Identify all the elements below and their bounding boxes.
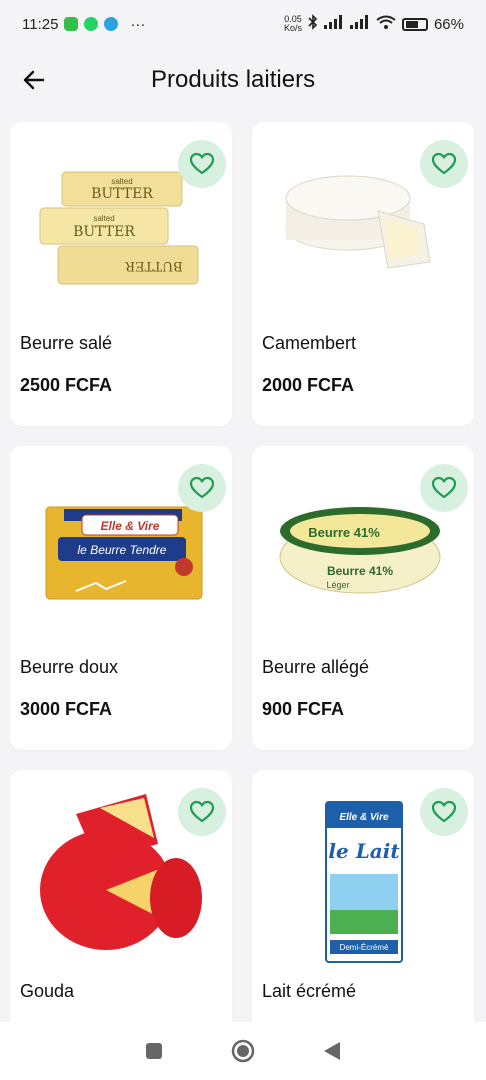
- tendre-label: le Beurre Tendre: [78, 543, 167, 557]
- system-back-button[interactable]: [312, 1031, 352, 1071]
- heart-icon: [431, 152, 457, 175]
- bluetooth-icon: [308, 14, 318, 34]
- more-notifications: ···: [130, 15, 146, 33]
- recents-button[interactable]: [134, 1031, 174, 1071]
- signal-icon-1: [323, 15, 344, 33]
- product-price: 3000 FCFA: [20, 699, 113, 719]
- whatsapp-icon: [84, 17, 99, 31]
- heart-icon: [431, 476, 457, 499]
- telegram-icon: [104, 17, 119, 31]
- brand-label-1: Elle & Vire: [101, 519, 160, 533]
- product-name: Lait écrémé: [262, 981, 357, 1001]
- product-price: 900 FCFA: [262, 699, 345, 719]
- favorite-button[interactable]: [178, 788, 226, 836]
- butter-label-3: BUTTER: [124, 258, 183, 273]
- product-name: Beurre allégé: [262, 657, 370, 677]
- status-right: 0.05 Ko/s 66%: [284, 14, 464, 34]
- battery-icon: [401, 17, 428, 31]
- page-title: Produits laitiers: [151, 66, 316, 93]
- butter-label-1: BUTTER: [91, 186, 153, 202]
- status-left: 11:25 ···: [22, 16, 145, 33]
- butter-label-2: BUTTER: [73, 224, 135, 240]
- product-grid: salted BUTTER salted BUTTER BUTTER Beurr…: [10, 122, 476, 1074]
- network-speed: 0.05 Ko/s: [284, 15, 302, 33]
- status-bar: 11:25 ··· 0.05 Ko/s 66%: [0, 0, 486, 48]
- app-bar: Produits laitiers: [0, 52, 486, 108]
- favorite-button[interactable]: [178, 464, 226, 512]
- product-name: Gouda: [20, 981, 75, 1001]
- product-card[interactable]: Camembert 2000 FCFA: [252, 122, 474, 426]
- heart-icon: [431, 800, 457, 823]
- favorite-button[interactable]: [420, 140, 468, 188]
- product-card[interactable]: salted BUTTER salted BUTTER BUTTER Beurr…: [10, 122, 232, 426]
- product-name: Camembert: [262, 333, 357, 353]
- back-button[interactable]: [6, 52, 62, 108]
- favorite-button[interactable]: [178, 140, 226, 188]
- heart-icon: [189, 476, 215, 499]
- demi-ecreme-label: Demi-Écrémé: [340, 943, 389, 952]
- beurre41-label-2: Beurre 41%: [327, 564, 393, 578]
- network-speed-unit: Ko/s: [283, 23, 302, 33]
- heart-icon: [189, 152, 215, 175]
- message-icon: [64, 17, 79, 31]
- favorite-button[interactable]: [420, 464, 468, 512]
- leger-label: Léger: [326, 580, 349, 590]
- status-time: 11:25: [22, 15, 59, 33]
- product-card[interactable]: Beurre 41% Beurre 41% Léger Beurre allég…: [252, 446, 474, 750]
- product-price: 2500 FCFA: [20, 375, 113, 395]
- heart-icon: [189, 800, 215, 823]
- signal-icon-2: [349, 15, 370, 33]
- beurre41-label-1: Beurre 41%: [308, 525, 380, 540]
- square-icon: [146, 1043, 163, 1059]
- lait-label: le Lait: [328, 839, 400, 863]
- system-nav-bar: [0, 1022, 486, 1080]
- product-name: Beurre doux: [20, 657, 119, 677]
- salted-label-2: salted: [93, 214, 114, 223]
- salted-label-1: salted: [111, 177, 132, 186]
- circle-home-icon: [231, 1039, 255, 1063]
- favorite-button[interactable]: [420, 788, 468, 836]
- triangle-back-icon: [323, 1042, 340, 1060]
- arrow-left-icon: [23, 70, 45, 90]
- product-name: Beurre salé: [20, 333, 113, 353]
- battery-percent: 66%: [433, 15, 464, 33]
- home-button[interactable]: [223, 1031, 263, 1071]
- product-card[interactable]: Elle & Vire le Beurre Tendre Beurre doux…: [10, 446, 232, 750]
- brand-label-2: Elle & Vire: [339, 812, 389, 823]
- wifi-icon: [376, 15, 396, 33]
- product-price: 2000 FCFA: [262, 375, 355, 395]
